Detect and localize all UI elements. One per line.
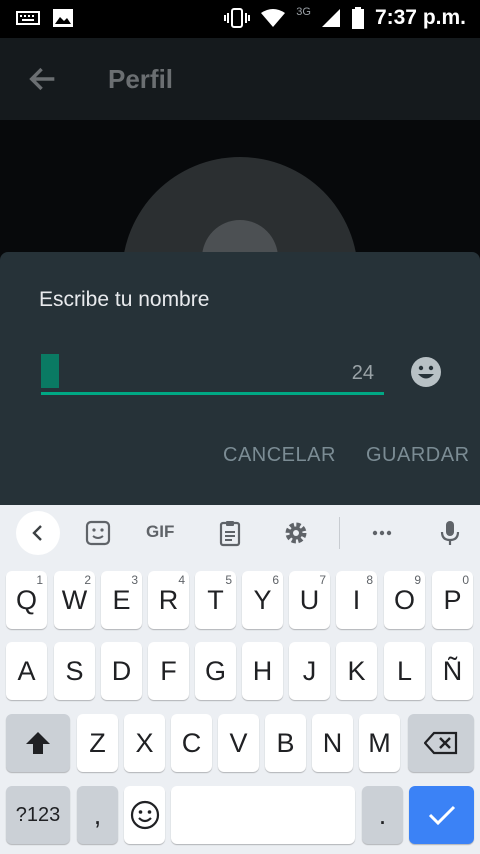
space-key[interactable]	[171, 786, 355, 844]
comma-key[interactable]: ,	[77, 786, 118, 844]
key-w[interactable]: W2	[54, 571, 95, 629]
keyboard-toolbar: GIF	[0, 505, 480, 561]
key-u[interactable]: U7	[289, 571, 330, 629]
vibrate-icon	[224, 8, 251, 28]
key-t[interactable]: T5	[195, 571, 236, 629]
shift-arrow-icon	[26, 732, 50, 754]
image-icon	[53, 9, 73, 27]
wifi-icon	[261, 9, 286, 27]
more-options-icon[interactable]	[368, 519, 396, 547]
cancel-button[interactable]: CANCELAR	[223, 444, 336, 467]
microphone-icon[interactable]	[436, 519, 464, 547]
network-type: 3G	[296, 6, 311, 18]
app-bar: Perfil	[0, 38, 480, 120]
smiley-icon	[130, 800, 159, 830]
char-counter: 24	[351, 362, 374, 384]
key-e[interactable]: E3	[101, 571, 142, 629]
clipboard-icon[interactable]	[216, 519, 244, 547]
page-title: Perfil	[108, 64, 174, 94]
status-time: 7:37 p.m.	[374, 6, 466, 29]
key-y[interactable]: Y6	[242, 571, 283, 629]
dialog-title: Escribe tu nombre	[39, 288, 210, 311]
save-button[interactable]: GUARDAR	[366, 444, 470, 467]
done-key[interactable]	[409, 786, 474, 844]
check-icon	[428, 805, 455, 826]
keyboard-icon	[16, 11, 40, 25]
gif-button[interactable]: GIF	[146, 522, 186, 550]
key-j[interactable]: J	[289, 642, 330, 700]
sticker-icon[interactable]	[84, 519, 112, 547]
battery-icon	[351, 7, 364, 29]
emoji-icon[interactable]	[410, 356, 442, 388]
signal-icon	[321, 9, 340, 27]
key-o[interactable]: O9	[384, 571, 425, 629]
key-f[interactable]: F	[148, 642, 189, 700]
toolbar-back-button[interactable]	[16, 511, 60, 555]
key-p[interactable]: P0	[432, 571, 473, 629]
shift-key[interactable]	[6, 714, 70, 772]
key-c[interactable]: C	[171, 714, 212, 772]
key-h[interactable]: H	[242, 642, 283, 700]
toolbar-divider	[339, 517, 340, 549]
key-q[interactable]: Q1	[6, 571, 47, 629]
keyboard: GIF Q1 W2 E3 R4 T5 Y6 U7 I8 O9 P0 A S D …	[0, 505, 480, 854]
key-d[interactable]: D	[101, 642, 142, 700]
key-b[interactable]: B	[265, 714, 306, 772]
chevron-left-icon	[32, 525, 42, 541]
key-z[interactable]: Z	[77, 714, 118, 772]
name-input[interactable]: 24	[41, 354, 384, 395]
key-v[interactable]: V	[218, 714, 259, 772]
backspace-key[interactable]	[408, 714, 474, 772]
key-i[interactable]: I8	[336, 571, 377, 629]
key-l[interactable]: L	[384, 642, 425, 700]
name-dialog: Escribe tu nombre 24 CANCELAR GUARDAR	[0, 252, 480, 506]
status-bar: 3G 7:37 p.m.	[0, 0, 480, 38]
key-x[interactable]: X	[124, 714, 165, 772]
key-r[interactable]: R4	[148, 571, 189, 629]
key-n-tilde[interactable]: Ñ	[432, 642, 473, 700]
key-g[interactable]: G	[195, 642, 236, 700]
key-n[interactable]: N	[312, 714, 353, 772]
key-a[interactable]: A	[6, 642, 47, 700]
key-k[interactable]: K	[336, 642, 377, 700]
text-cursor	[41, 354, 59, 388]
period-key[interactable]: .	[362, 786, 403, 844]
back-arrow-icon[interactable]	[26, 62, 60, 96]
backspace-icon	[424, 731, 458, 755]
input-underline	[41, 392, 384, 395]
symbols-key[interactable]: ?123	[6, 786, 70, 844]
key-m[interactable]: M	[359, 714, 400, 772]
emoji-key[interactable]	[124, 786, 165, 844]
key-s[interactable]: S	[54, 642, 95, 700]
settings-gear-icon[interactable]	[282, 519, 310, 547]
